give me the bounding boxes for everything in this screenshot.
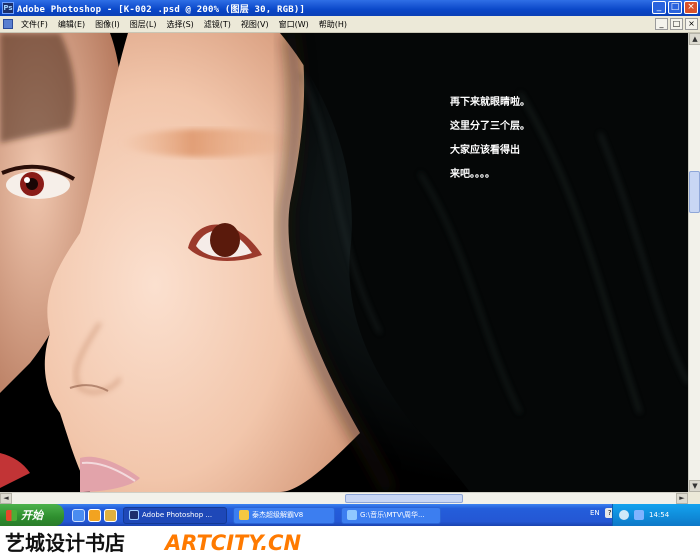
start-button[interactable]: 开始 — [0, 504, 64, 526]
horizontal-scrollbar[interactable]: ◄ ► — [0, 492, 688, 504]
tray-arrow-icon[interactable] — [619, 510, 629, 520]
start-label: 开始 — [21, 509, 43, 522]
doc-close-button[interactable]: × — [685, 18, 698, 30]
scroll-left-arrow-icon[interactable]: ◄ — [0, 493, 12, 504]
menu-image[interactable]: 图像(I) — [90, 19, 125, 30]
ie-icon[interactable] — [72, 508, 85, 522]
close-button[interactable]: × — [684, 1, 698, 14]
windows-logo-icon — [6, 509, 17, 521]
taskbar-item-player[interactable]: 泰杰超级解霸V8 — [233, 506, 335, 524]
task-label: 泰杰超级解霸V8 — [252, 511, 304, 519]
taskbar-item-folder[interactable]: G:\音乐\MTV\周华... — [341, 506, 441, 524]
document-window-controls: _ □ × — [655, 18, 698, 30]
scrollbar-corner — [688, 492, 700, 504]
artcity-watermark: 艺城设计书店 ARTCITY.CN — [0, 526, 700, 557]
language-indicator[interactable]: EN — [590, 509, 600, 517]
menu-edit[interactable]: 编辑(E) — [53, 19, 90, 30]
photoshop-icon: Ps — [2, 2, 14, 14]
annotation-line-2: 这里分了三个层。 — [450, 121, 530, 132]
annotation-line-3: 大家应该看得出 — [450, 145, 520, 156]
document-icon[interactable] — [3, 19, 13, 29]
scroll-down-arrow-icon[interactable]: ▼ — [689, 480, 700, 492]
task-label: Adobe Photoshop ... — [142, 511, 213, 519]
artwork-image — [0, 33, 688, 492]
menu-filter[interactable]: 滤镜(T) — [199, 19, 236, 30]
menu-file[interactable]: 文件(F) — [16, 19, 53, 30]
window-title-bar: Ps Adobe Photoshop - [K-002 .psd @ 200% … — [0, 0, 700, 16]
quick-launch — [72, 508, 117, 522]
annotation-line-4: 来吧。。。。 — [450, 169, 495, 180]
media-player-icon[interactable] — [88, 508, 101, 522]
vertical-scroll-thumb[interactable] — [689, 171, 700, 213]
folder-icon — [347, 510, 357, 520]
taskbar-item-photoshop[interactable]: Adobe Photoshop ... — [123, 506, 227, 524]
task-label: G:\音乐\MTV\周华... — [360, 511, 425, 519]
menu-bar: 文件(F) 编辑(E) 图像(I) 图层(L) 选择(S) 滤镜(T) 视图(V… — [0, 16, 700, 33]
scroll-up-arrow-icon[interactable]: ▲ — [689, 33, 700, 45]
scroll-right-arrow-icon[interactable]: ► — [676, 493, 688, 504]
document-canvas[interactable]: 再下来就眼睛啦。 这里分了三个层。 大家应该看得出 来吧。。。。 — [0, 33, 688, 492]
doc-restore-button[interactable]: □ — [670, 18, 683, 30]
brand-en: ARTCITY.CN — [163, 531, 301, 555]
clock[interactable]: 14:54 — [649, 511, 669, 519]
menu-view[interactable]: 视图(V) — [236, 19, 274, 30]
doc-minimize-button[interactable]: _ — [655, 18, 668, 30]
tutorial-annotation: 再下来就眼睛啦。 这里分了三个层。 大家应该看得出 来吧。。。。 — [450, 91, 530, 187]
system-tray: 14:54 — [612, 504, 700, 526]
windows-taskbar: 开始 Adobe Photoshop ... 泰杰超级解霸V8 G:\音乐\MT… — [0, 504, 700, 526]
menu-select[interactable]: 选择(S) — [161, 19, 198, 30]
player-icon — [239, 510, 249, 520]
menu-layer[interactable]: 图层(L) — [125, 19, 162, 30]
horizontal-scroll-thumb[interactable] — [345, 494, 463, 503]
photoshop-icon — [129, 510, 139, 520]
artcity-logo: 艺城设计书店 ARTCITY.CN — [5, 531, 301, 555]
menu-help[interactable]: 帮助(H) — [314, 19, 352, 30]
show-desktop-icon[interactable] — [104, 508, 117, 522]
brand-cn: 艺城设计书店 — [5, 531, 125, 555]
maximize-button[interactable]: □ — [668, 1, 682, 14]
minimize-button[interactable]: _ — [652, 1, 666, 14]
vertical-scrollbar[interactable]: ▲ ▼ — [688, 33, 700, 492]
annotation-line-1: 再下来就眼睛啦。 — [450, 97, 530, 108]
window-title: Adobe Photoshop - [K-002 .psd @ 200% (图层… — [17, 4, 306, 15]
window-controls: _ □ × — [652, 1, 698, 14]
menu-window[interactable]: 窗口(W) — [274, 19, 314, 30]
network-icon[interactable] — [634, 510, 644, 520]
